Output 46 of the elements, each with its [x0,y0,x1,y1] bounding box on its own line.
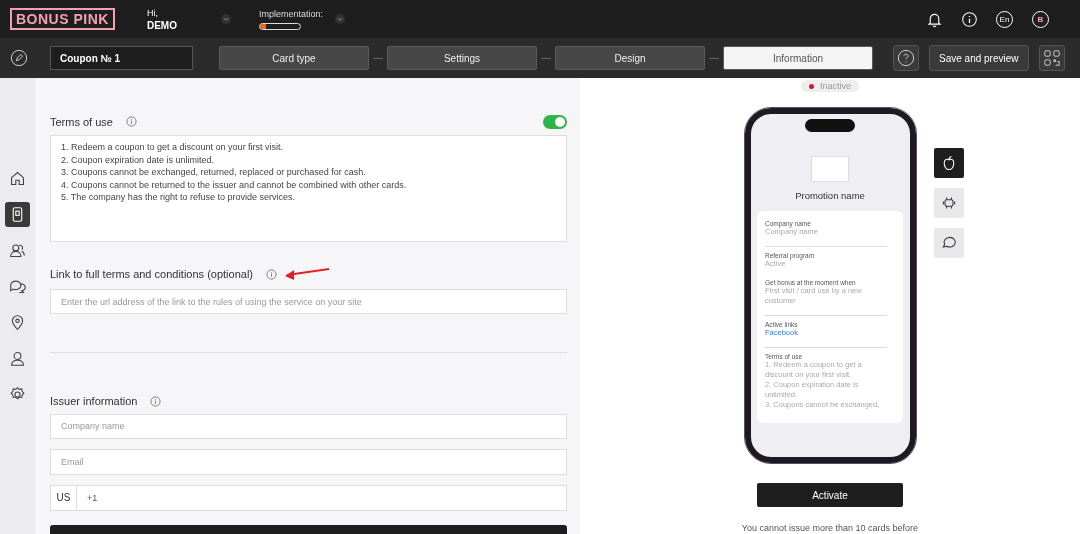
activate-button[interactable]: Activate [757,483,903,507]
promotion-name: Promotion name [795,190,865,201]
section-title: Issuer information [50,395,138,408]
platform-button[interactable] [933,148,964,178]
country-code-selector[interactable]: US [51,485,77,510]
qr-code-button[interactable] [1038,45,1065,71]
settings-icon [9,386,26,403]
save-button[interactable]: Save and preview [929,45,1029,71]
platform-button[interactable] [933,228,964,258]
card-thumbnail [811,156,849,182]
platform-button[interactable] [933,188,964,218]
phone-input-field[interactable]: +1 [87,492,98,503]
coupon-name-field[interactable]: Coupon № 1 [50,46,193,70]
implementation-label: Implementation: [258,8,324,19]
progress-bar [258,22,301,30]
android-icon [940,195,957,211]
home-icon [9,170,26,187]
user-name: DEMO [146,19,178,31]
dark-button[interactable] [50,524,567,534]
email-input-field[interactable]: Email [50,449,567,475]
toggle-switch[interactable] [543,114,567,129]
camera-notch [805,119,855,132]
chevron-down-icon[interactable] [220,14,231,24]
chevron-down-icon[interactable] [334,14,345,24]
section-title: Link to full terms and conditions (optional) [50,268,253,281]
url-input-field[interactable]: Enter the url address of the link to the rules of using the service on your site [50,288,567,315]
limit-note: You cannot issue more than 10 cards before [741,523,919,533]
user-icon [9,350,26,367]
pencil-icon[interactable] [10,49,28,67]
company-input-field[interactable]: Company name [50,413,567,440]
people-icon [9,242,26,259]
greeting: Hi, [146,7,159,18]
location-pin-icon [9,314,26,331]
step-tab[interactable]: Settings [387,46,537,70]
chat-bubbles-icon [9,278,26,295]
section-title: Terms of use [50,115,113,128]
nav-item[interactable] [5,202,30,227]
help-button[interactable] [893,45,919,71]
chat-bubble-icon [940,235,957,251]
step-tab[interactable]: Design [555,46,705,70]
arrow-icon [285,267,331,282]
logo: BONUS PINK [10,8,115,30]
step-tab[interactable]: Card type [219,46,369,70]
step-tab[interactable]: Information [723,46,873,70]
terms-text-area[interactable]: 1. Redeem a coupon to get a discount on your first visit. 2. Coupon expiration date is unlimited. 3. Coupons cannot be exchanged, returned, replaced or purchased for cash. 4. Coupons cannot be returned to the issuer and cannot be combined with other cards. 5. The company has the right to refuse to provide services. [50,135,567,242]
status-badge: Inactive [801,80,859,92]
